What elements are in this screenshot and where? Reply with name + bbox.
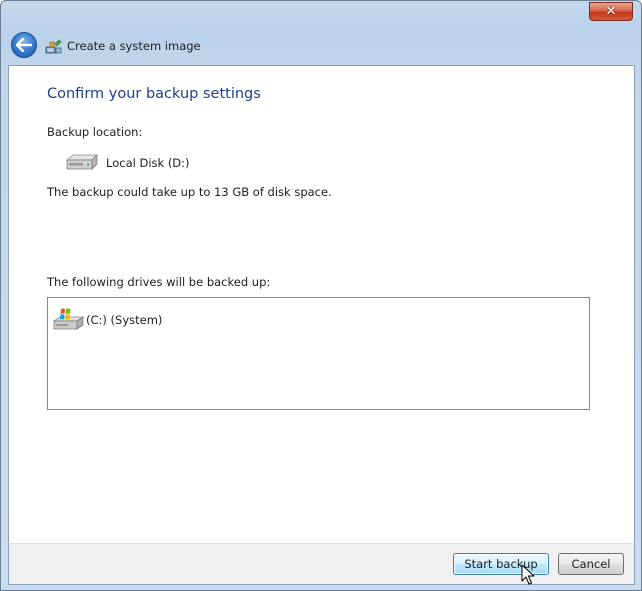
- drives-list[interactable]: (C:) (System): [47, 297, 590, 410]
- cancel-button[interactable]: Cancel: [558, 553, 624, 575]
- content-panel: Confirm your backup settings Backup loca…: [8, 65, 635, 543]
- drive-label: (C:) (System): [86, 313, 163, 327]
- start-backup-button[interactable]: Start backup: [453, 553, 549, 575]
- backup-location: Local Disk (D:): [64, 154, 190, 172]
- backup-location-label: Backup location:: [47, 125, 143, 139]
- windows-drive-icon: [52, 308, 84, 330]
- list-item[interactable]: (C:) (System): [52, 307, 162, 333]
- back-arrow-icon: [16, 38, 32, 52]
- drives-label: The following drives will be backed up:: [47, 275, 271, 289]
- page-heading: Confirm your backup settings: [47, 86, 261, 102]
- close-button[interactable]: ✕: [589, 2, 633, 21]
- close-icon: ✕: [605, 4, 617, 19]
- disk-space-note: The backup could take up to 13 GB of dis…: [47, 185, 332, 199]
- hard-disk-icon: [65, 154, 98, 170]
- dialog-window: ✕ Create a system image Confirm your bac…: [0, 0, 642, 591]
- backup-icon: [45, 39, 62, 53]
- back-button[interactable]: [11, 32, 37, 58]
- title-bar: Create a system image: [45, 36, 201, 56]
- backup-location-value: Local Disk (D:): [106, 156, 190, 170]
- window-title: Create a system image: [67, 39, 201, 53]
- button-bar: Start backup Cancel: [8, 543, 635, 585]
